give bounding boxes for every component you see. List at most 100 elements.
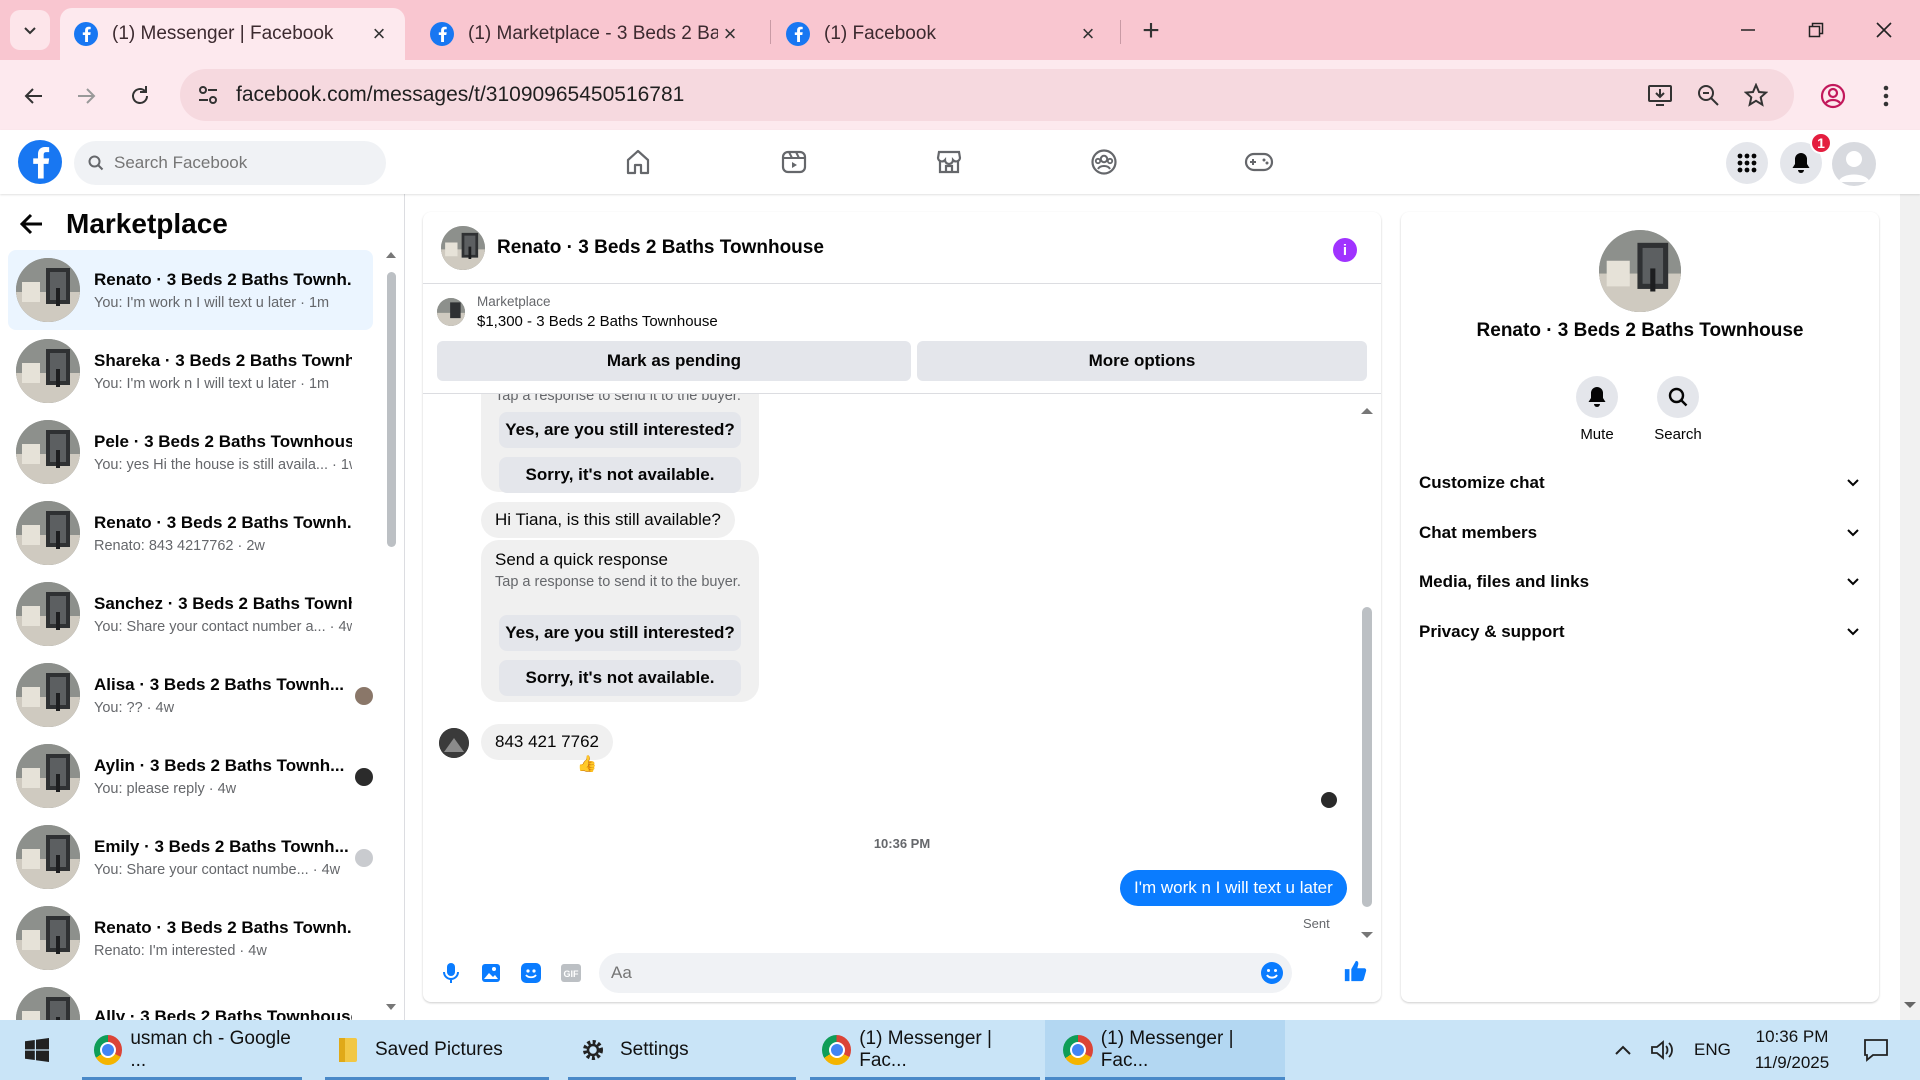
microphone-icon[interactable] <box>439 961 463 985</box>
taskbar-messenger-2[interactable]: (1) Messenger | Fac... <box>1045 1020 1285 1080</box>
photo-icon[interactable] <box>479 961 503 985</box>
sticker-icon[interactable] <box>519 961 543 985</box>
tab-facebook[interactable]: (1) Facebook × <box>772 8 1114 60</box>
close-tab-icon[interactable]: × <box>1076 21 1100 46</box>
search-action[interactable]: Search <box>1638 376 1718 443</box>
conversation-thumbnail <box>16 825 80 889</box>
quick-reply-yes-button[interactable]: Yes, are you still interested? <box>499 412 741 448</box>
info-icon[interactable]: i <box>1333 238 1357 262</box>
thumbs-up-send-icon[interactable] <box>1343 959 1367 983</box>
mark-pending-button[interactable]: Mark as pending <box>437 341 911 381</box>
scroll-down-icon[interactable] <box>1900 998 1920 1012</box>
account-avatar[interactable] <box>1832 142 1876 186</box>
chat-avatar[interactable] <box>441 225 485 270</box>
conversation-item[interactable]: Renato · 3 Beds 2 Baths Townh... Renato: … <box>8 493 373 573</box>
clock[interactable]: 10:36 PM 11/9/2025 <box>1755 1024 1829 1076</box>
quick-reply-no-button[interactable]: Sorry, it's not available. <box>499 457 741 493</box>
reload-icon <box>132 86 148 104</box>
tab-messenger[interactable]: (1) Messenger | Facebook × <box>60 8 405 60</box>
scroll-up-icon[interactable] <box>385 250 397 260</box>
details-avatar[interactable] <box>1599 230 1681 312</box>
sidebar-scroll-thumb[interactable] <box>387 272 396 547</box>
back-button[interactable] <box>14 76 54 116</box>
bookmark-star-icon[interactable] <box>1742 81 1770 109</box>
conversation-item[interactable]: Renato · 3 Beds 2 Baths Townh... Renato: … <box>8 898 373 978</box>
thumbs-up-reaction[interactable]: 👍 <box>577 754 597 774</box>
message-timestamp: 10:36 PM <box>873 836 931 851</box>
reload-button[interactable] <box>120 76 160 116</box>
restore-icon <box>1808 22 1824 38</box>
message-text-field[interactable] <box>611 963 1211 983</box>
listing-summary[interactable]: Marketplace $1,300 - 3 Beds 2 Baths Town… <box>437 294 718 330</box>
nav-video[interactable] <box>774 144 814 180</box>
nav-home[interactable] <box>618 144 658 180</box>
media-files-row[interactable]: Media, files and links <box>1419 560 1859 604</box>
menu-button[interactable] <box>1726 142 1768 184</box>
nav-groups[interactable] <box>1084 144 1124 180</box>
taskbar-saved-pictures[interactable]: Saved Pictures <box>325 1020 549 1080</box>
message-bubble-me[interactable]: I'm work n I will text u later <box>1120 870 1347 906</box>
chat-title[interactable]: Renato · 3 Beds 2 Baths Townhouse <box>497 237 824 259</box>
scroll-down-icon[interactable] <box>385 1002 397 1012</box>
mute-action[interactable]: Mute <box>1557 376 1637 443</box>
quick-reply-no-button[interactable]: Sorry, it's not available. <box>499 660 741 696</box>
forward-button[interactable] <box>66 76 106 116</box>
scroll-up-icon[interactable] <box>1360 406 1374 416</box>
sender-avatar[interactable] <box>439 728 469 758</box>
conversation-item[interactable]: Pele · 3 Beds 2 Baths Townhouse You: yes … <box>8 412 373 492</box>
tab-search-button[interactable] <box>10 10 50 50</box>
taskbar-settings[interactable]: Settings <box>568 1020 796 1080</box>
close-tab-icon[interactable]: × <box>718 21 742 46</box>
url-text[interactable]: facebook.com/messages/t/3109096545051678… <box>236 83 684 107</box>
nav-marketplace[interactable] <box>929 144 969 180</box>
minimize-button[interactable] <box>1718 10 1778 50</box>
tab-marketplace[interactable]: (1) Marketplace - 3 Beds 2 Baths × <box>416 8 756 60</box>
conversation-item[interactable]: Aylin · 3 Beds 2 Baths Townh... You: plea… <box>8 736 373 816</box>
chevron-up-icon[interactable] <box>1614 1044 1632 1056</box>
conversation-item[interactable]: Shareka · 3 Beds 2 Baths Townh... You: I'… <box>8 331 373 411</box>
conversation-item[interactable]: Sanchez · 3 Beds 2 Baths Townh... You: Sh… <box>8 574 373 654</box>
conversation-item[interactable]: Emily · 3 Beds 2 Baths Townh... You: Shar… <box>8 817 373 897</box>
facebook-search[interactable] <box>74 141 386 185</box>
notification-center-icon[interactable] <box>1863 1038 1889 1062</box>
customize-chat-row[interactable]: Customize chat <box>1419 461 1859 505</box>
site-info-icon[interactable] <box>194 81 222 109</box>
facebook-logo-icon[interactable] <box>18 140 62 184</box>
privacy-support-row[interactable]: Privacy & support <box>1419 610 1859 654</box>
chat-scrollbar[interactable] <box>1360 402 1374 942</box>
zoom-icon[interactable] <box>1694 81 1722 109</box>
more-options-button[interactable]: More options <box>917 341 1367 381</box>
taskbar-chrome-usman[interactable]: usman ch - Google ... <box>82 1020 302 1080</box>
nav-gaming[interactable] <box>1239 144 1279 180</box>
conversation-item[interactable]: Renato · 3 Beds 2 Baths Townh... You: I'm… <box>8 250 373 330</box>
emoji-icon[interactable] <box>1260 961 1284 985</box>
search-button[interactable] <box>1657 376 1699 418</box>
install-app-icon[interactable] <box>1646 81 1674 109</box>
message-bubble-buyer[interactable]: Hi Tiana, is this still available? <box>481 502 735 538</box>
scroll-down-icon[interactable] <box>1360 930 1374 940</box>
message-input[interactable] <box>599 953 1292 993</box>
profile-button[interactable] <box>1813 76 1853 116</box>
chat-scroll-thumb[interactable] <box>1362 607 1372 907</box>
volume-icon[interactable] <box>1650 1039 1674 1061</box>
quick-response-card: Send a quick response Tap a response to … <box>481 540 759 702</box>
back-arrow-icon[interactable] <box>20 213 44 235</box>
conversation-item[interactable]: Alisa · 3 Beds 2 Baths Townh... You: ?? ·… <box>8 655 373 735</box>
page-scrollbar[interactable] <box>1900 130 1920 1020</box>
language-indicator[interactable]: ENG <box>1694 1040 1731 1060</box>
mute-button[interactable] <box>1576 376 1618 418</box>
quick-reply-yes-button[interactable]: Yes, are you still interested? <box>499 615 741 651</box>
browser-menu-button[interactable] <box>1866 76 1906 116</box>
restore-button[interactable] <box>1786 10 1846 50</box>
close-tab-icon[interactable]: × <box>367 21 391 46</box>
address-bar[interactable]: facebook.com/messages/t/3109096545051678… <box>180 69 1794 121</box>
seen-avatar <box>1321 792 1337 808</box>
chat-members-row[interactable]: Chat members <box>1419 511 1859 555</box>
taskbar-messenger-1[interactable]: (1) Messenger | Fac... <box>810 1020 1040 1080</box>
gif-icon[interactable]: GIF <box>559 961 583 985</box>
new-tab-button[interactable]: + <box>1134 14 1168 48</box>
sidebar-scrollbar[interactable] <box>385 250 397 1010</box>
facebook-search-input[interactable] <box>114 153 354 173</box>
close-window-button[interactable] <box>1854 10 1914 50</box>
start-button[interactable] <box>14 1020 60 1080</box>
